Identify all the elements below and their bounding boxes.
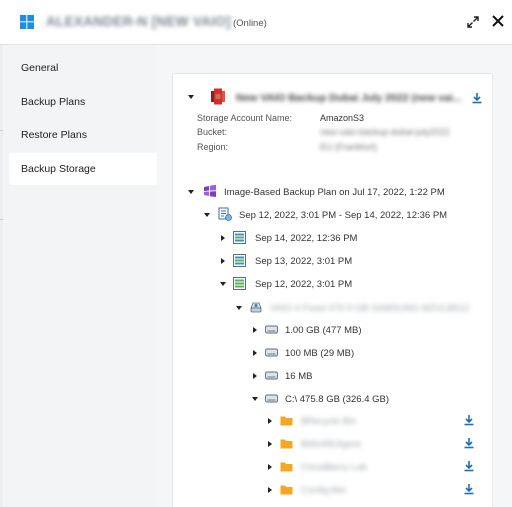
bucket-value: new-vaio-backup-dubai-july2022 xyxy=(320,127,450,137)
restore-point-range-icon xyxy=(218,207,232,221)
download-icon[interactable] xyxy=(463,483,475,495)
physical-disk-icon xyxy=(250,302,262,313)
tree-expand-toggle[interactable] xyxy=(253,327,257,333)
expand-icon[interactable] xyxy=(466,15,480,29)
tree-collapse-toggle[interactable] xyxy=(252,397,258,401)
tree-expand-toggle[interactable] xyxy=(268,464,272,470)
partition-icon xyxy=(265,348,278,357)
tree-expand-toggle[interactable] xyxy=(268,418,272,424)
folder-icon xyxy=(280,462,293,472)
folder-icon xyxy=(280,485,293,495)
partition-icon xyxy=(265,325,278,334)
restore-point-node[interactable]: Sep 13, 2022, 3:01 PM xyxy=(255,256,352,267)
sidebar-item-backup-storage[interactable]: Backup Storage xyxy=(9,153,157,185)
sidebar-item-backup-plans[interactable]: Backup Plans xyxy=(9,86,157,118)
partition-icon xyxy=(265,394,278,403)
restore-point-icon xyxy=(233,277,246,290)
folder-icon xyxy=(280,439,293,449)
download-icon[interactable] xyxy=(463,460,475,472)
storage-account-value: AmazonS3 xyxy=(320,113,365,123)
tree-collapse-toggle[interactable] xyxy=(220,282,226,286)
partition-node[interactable]: C:\ 475.8 GB (326.4 GB) xyxy=(285,394,389,405)
online-status: (Online) xyxy=(233,18,267,29)
tree-expand-toggle[interactable] xyxy=(253,373,257,379)
folder-node[interactable]: $WinREAgent xyxy=(301,439,361,450)
tree-expand-toggle[interactable] xyxy=(253,350,257,356)
bucket-label: Bucket: xyxy=(197,127,228,137)
disk-node[interactable]: VAIO 4 Fixed 476 9 GB SAMSUNG MZVLB512 xyxy=(270,303,469,314)
restore-point-icon xyxy=(233,254,246,267)
restore-range-node[interactable]: Sep 12, 2022, 3:01 PM - Sep 14, 2022, 12… xyxy=(239,210,447,221)
sidebar-item-general[interactable]: General xyxy=(9,52,157,84)
close-icon[interactable] xyxy=(491,14,505,28)
restore-point-node[interactable]: Sep 14, 2022, 12:36 PM xyxy=(255,233,357,244)
folder-node[interactable]: CloudBerry Lab xyxy=(301,462,367,473)
backup-plan-node[interactable]: Image-Based Backup Plan on Jul 17, 2022,… xyxy=(224,187,445,198)
settings-sidebar: General Backup Plans Restore Plans Backu… xyxy=(3,45,157,507)
partition-node[interactable]: 1.00 GB (477 MB) xyxy=(285,325,362,336)
tree-collapse-toggle[interactable] xyxy=(236,306,242,310)
download-icon[interactable] xyxy=(463,414,475,426)
amazon-s3-icon xyxy=(211,88,225,105)
region-value: EU (Frankfurt) xyxy=(320,142,378,152)
window-titlebar: ALEXANDER-N [NEW VAIO] (Online) xyxy=(0,0,512,45)
partition-node[interactable]: 100 MB (29 MB) xyxy=(285,348,354,359)
tree-collapse-toggle[interactable] xyxy=(204,213,210,217)
tree-expand-toggle[interactable] xyxy=(268,487,272,493)
tree-expand-toggle[interactable] xyxy=(221,235,225,241)
windows-icon xyxy=(20,15,34,29)
tree-expand-toggle[interactable] xyxy=(268,441,272,447)
sidebar-item-restore-plans[interactable]: Restore Plans xyxy=(9,119,157,151)
folder-node[interactable]: Config.Msi xyxy=(301,485,346,496)
folder-node[interactable]: $Recycle.Bin xyxy=(301,416,356,427)
tree-collapse-toggle[interactable] xyxy=(188,190,194,194)
folder-icon xyxy=(280,416,293,426)
image-backup-plan-icon xyxy=(204,184,216,197)
partition-node[interactable]: 16 MB xyxy=(285,371,312,382)
download-icon[interactable] xyxy=(463,437,475,449)
download-icon[interactable] xyxy=(471,92,483,104)
tree-expand-toggle[interactable] xyxy=(221,258,225,264)
partition-icon xyxy=(265,371,278,380)
restore-point-icon xyxy=(233,231,246,244)
storage-collapse-toggle[interactable] xyxy=(188,95,194,99)
storage-account-label: Storage Account Name: xyxy=(197,113,293,123)
storage-name: New VAIO Backup Dubai July 2022 (new vai… xyxy=(236,92,462,104)
region-label: Region: xyxy=(197,142,229,152)
restore-point-node[interactable]: Sep 12, 2022, 3:01 PM xyxy=(255,279,352,290)
window-title: ALEXANDER-N [NEW VAIO] xyxy=(46,14,231,29)
